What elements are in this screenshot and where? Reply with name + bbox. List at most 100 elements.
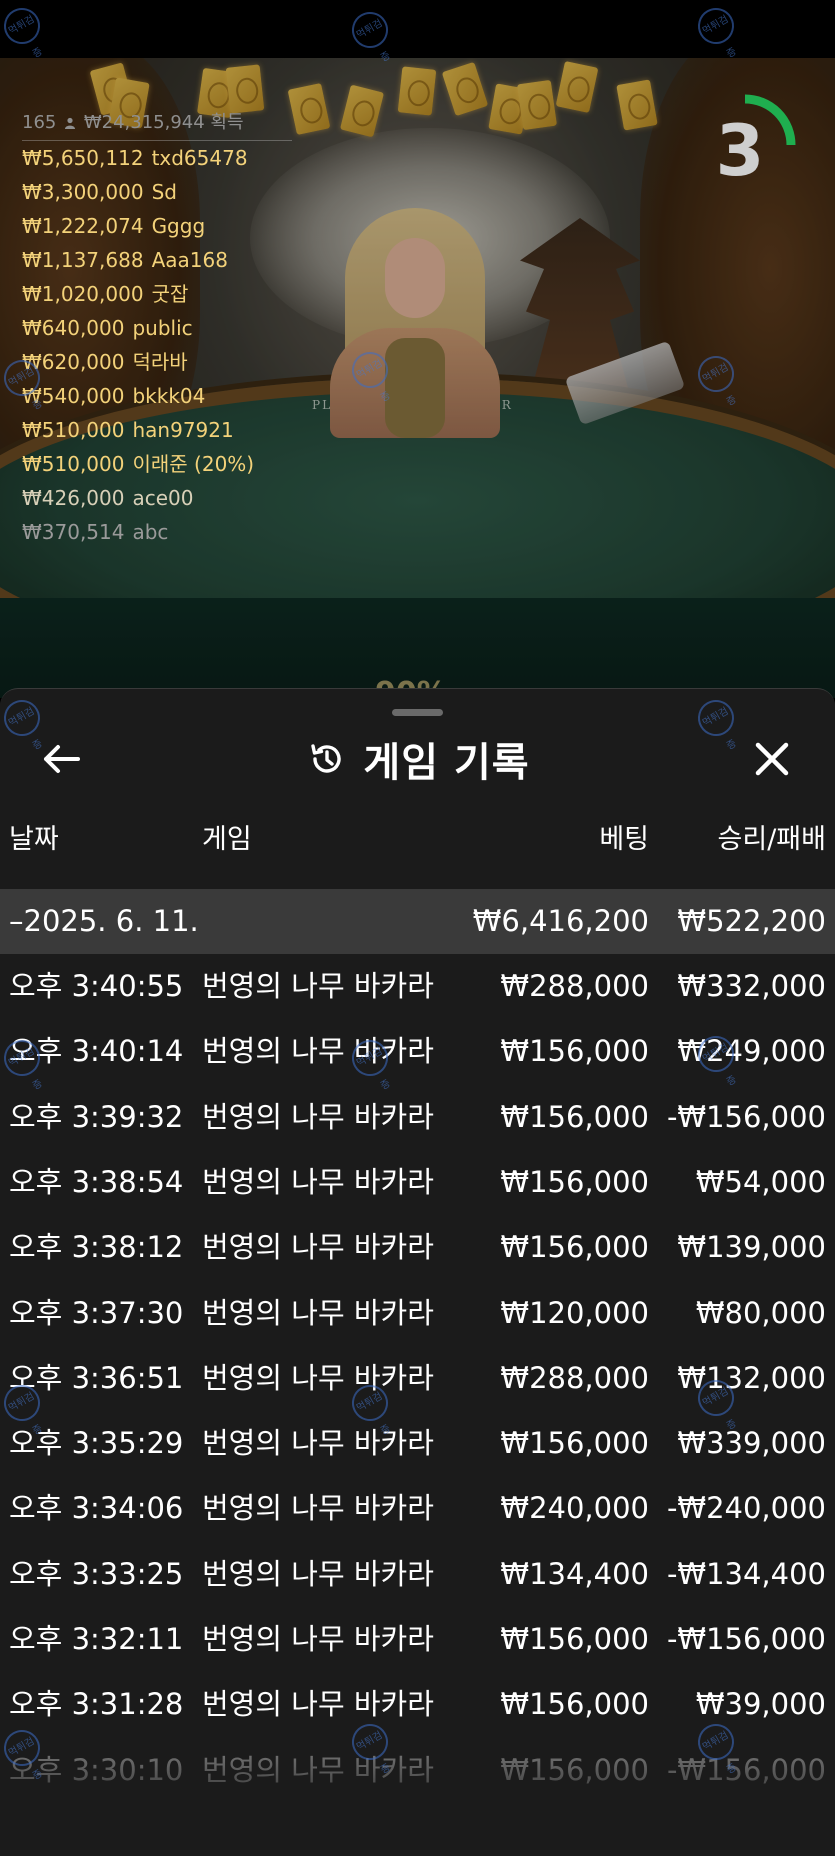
winner-amount: ₩510,000	[22, 418, 125, 442]
winner-name: Aaa168	[151, 248, 228, 272]
column-header-result[interactable]: 승리/패배	[718, 817, 826, 856]
row-result: -₩156,000	[666, 1622, 826, 1656]
history-row[interactable]: 오후 3:35:29 번영의 나무 바카라 ₩156,000 ₩339,000	[0, 1411, 835, 1476]
history-row[interactable]: 오후 3:38:12 번영의 나무 바카라 ₩156,000 ₩139,000	[0, 1215, 835, 1280]
row-time: 오후 3:39:32	[9, 1099, 184, 1134]
sheet-header: 게임 기록	[0, 727, 835, 791]
row-game: 번영의 나무 바카라	[202, 1556, 434, 1591]
row-game: 번영의 나무 바카라	[202, 1426, 434, 1461]
row-bet: ₩156,000	[500, 1426, 649, 1461]
history-icon	[311, 744, 342, 773]
row-bet: ₩120,000	[500, 1295, 649, 1330]
row-time: 오후 3:33:25	[9, 1556, 184, 1591]
arrow-left-icon	[44, 745, 80, 773]
winner-amount: ₩5,650,112	[22, 146, 144, 170]
row-bet: ₩156,000	[500, 1687, 649, 1722]
winner-amount: ₩1,222,074	[22, 214, 144, 238]
row-bet: ₩240,000	[500, 1491, 649, 1526]
close-icon	[755, 742, 789, 776]
row-result: -₩134,400	[666, 1556, 826, 1591]
sheet-title: 게임 기록	[363, 740, 530, 786]
back-button[interactable]	[38, 737, 86, 781]
table-header: 날짜 게임 베팅 승리/패배	[0, 817, 835, 857]
row-game: 번영의 나무 바카라	[202, 1099, 434, 1134]
winner-row: ₩370,514 abc	[22, 515, 292, 549]
column-header-date[interactable]: 날짜	[9, 817, 59, 856]
winner-name: public	[132, 316, 193, 340]
sheet-grabber[interactable]	[392, 709, 443, 716]
row-bet: ₩288,000	[500, 1360, 649, 1395]
row-time: 오후 3:38:12	[9, 1230, 184, 1265]
game-history-sheet: 게임 기록 날짜 게임 베팅 승리/패배 –2025. 6. 11. ₩6,41…	[0, 688, 835, 1856]
winner-row: ₩5,650,112 txd65478	[22, 141, 292, 175]
row-bet: ₩156,000	[500, 1034, 649, 1069]
history-row[interactable]: 오후 3:32:11 번영의 나무 바카라 ₩156,000 -₩156,000	[0, 1607, 835, 1672]
close-button[interactable]	[748, 735, 796, 783]
row-result: ₩80,000	[695, 1295, 826, 1330]
person-icon	[65, 117, 76, 129]
row-result: ₩339,000	[677, 1426, 826, 1461]
winner-row: ₩426,000 ace00	[22, 481, 292, 515]
row-game: 번영의 나무 바카라	[202, 1164, 434, 1199]
winner-name: ace00	[132, 486, 194, 510]
winner-amount: ₩426,000	[22, 486, 125, 510]
row-result: ₩54,000	[695, 1164, 826, 1199]
app-screen: PLAYER BANKER 165 ₩24,315,944 획득 ₩5,650,…	[0, 0, 835, 1856]
history-row[interactable]: 오후 3:40:55 번영의 나무 바카라 ₩288,000 ₩332,000	[0, 954, 835, 1019]
winner-name: Gggg	[151, 214, 206, 238]
row-game: 번영의 나무 바카라	[202, 1230, 434, 1265]
day-summary-row[interactable]: –2025. 6. 11. ₩6,416,200 ₩522,200	[0, 889, 835, 954]
row-time: 오후 3:31:28	[9, 1687, 184, 1722]
winner-row: ₩540,000 bkkk04	[22, 379, 292, 413]
countdown-number: 3	[715, 110, 765, 192]
winner-name: 굿잡	[151, 282, 189, 306]
row-bet: ₩156,000	[500, 1164, 649, 1199]
row-time: 오후 3:38:54	[9, 1164, 184, 1199]
total-winnings: ₩24,315,944	[83, 112, 205, 133]
row-bet: ₩134,400	[500, 1556, 649, 1591]
row-bet: ₩156,000	[500, 1099, 649, 1134]
winner-row: ₩3,300,000 Sd	[22, 175, 292, 209]
winner-name: txd65478	[151, 146, 248, 170]
player-count: 165	[22, 112, 57, 133]
row-time: 오후 3:34:06	[9, 1491, 184, 1526]
winner-row: ₩510,000 han97921	[22, 413, 292, 447]
row-time: 오후 3:40:55	[9, 969, 184, 1003]
winner-row: ₩1,137,688 Aaa168	[22, 243, 292, 277]
row-time: 오후 3:32:11	[9, 1622, 184, 1656]
day-date: –2025. 6. 11.	[9, 904, 199, 938]
winner-row: ₩620,000 덕라바	[22, 345, 292, 379]
row-result: -₩156,000	[666, 1099, 826, 1134]
row-game: 번영의 나무 바카라	[202, 1687, 434, 1722]
row-game: 번영의 나무 바카라	[202, 1295, 434, 1330]
row-time: 오후 3:37:30	[9, 1295, 184, 1330]
winner-name: abc	[132, 520, 169, 544]
history-row[interactable]: 오후 3:38:54 번영의 나무 바카라 ₩156,000 ₩54,000	[0, 1150, 835, 1215]
column-header-bet[interactable]: 베팅	[599, 817, 649, 856]
history-row[interactable]: 오후 3:37:30 번영의 나무 바카라 ₩120,000 ₩80,000	[0, 1281, 835, 1346]
row-game: 번영의 나무 바카라	[202, 1491, 434, 1526]
row-game: 번영의 나무 바카라	[202, 1034, 434, 1069]
winners-list: 165 ₩24,315,944 획득 ₩5,650,112 txd65478 ₩3,…	[22, 108, 292, 549]
winner-amount: ₩1,020,000	[22, 282, 144, 306]
row-result: ₩139,000	[677, 1230, 826, 1265]
winner-row: ₩640,000 public	[22, 311, 292, 345]
winner-rows: ₩5,650,112 txd65478 ₩3,300,000 Sd ₩1,222,074…	[22, 141, 292, 549]
history-row[interactable]: 오후 3:39:32 번영의 나무 바카라 ₩156,000 -₩156,000	[0, 1085, 835, 1150]
history-row[interactable]: 오후 3:34:06 번영의 나무 바카라 ₩240,000 -₩240,000	[0, 1476, 835, 1541]
day-result-total: ₩522,200	[677, 904, 826, 938]
winners-header: 165 ₩24,315,944 획득	[22, 108, 292, 141]
winner-amount: ₩3,300,000	[22, 180, 144, 204]
row-result: ₩332,000	[677, 969, 826, 1003]
countdown-timer: 3	[690, 90, 800, 200]
winner-amount: ₩640,000	[22, 316, 125, 340]
winner-row: ₩1,020,000 굿잡	[22, 277, 292, 311]
row-game: 번영의 나무 바카라	[202, 969, 434, 1003]
winner-row: ₩510,000 이래준 (20%)	[22, 447, 292, 481]
history-row[interactable]: 오후 3:33:25 번영의 나무 바카라 ₩134,400 -₩134,400	[0, 1542, 835, 1607]
column-header-game[interactable]: 게임	[202, 817, 252, 856]
row-bet: ₩156,000	[500, 1230, 649, 1265]
row-bet: ₩156,000	[500, 1622, 649, 1656]
row-game: 번영의 나무 바카라	[202, 1360, 434, 1395]
total-winnings-suffix: 획득	[210, 112, 244, 133]
